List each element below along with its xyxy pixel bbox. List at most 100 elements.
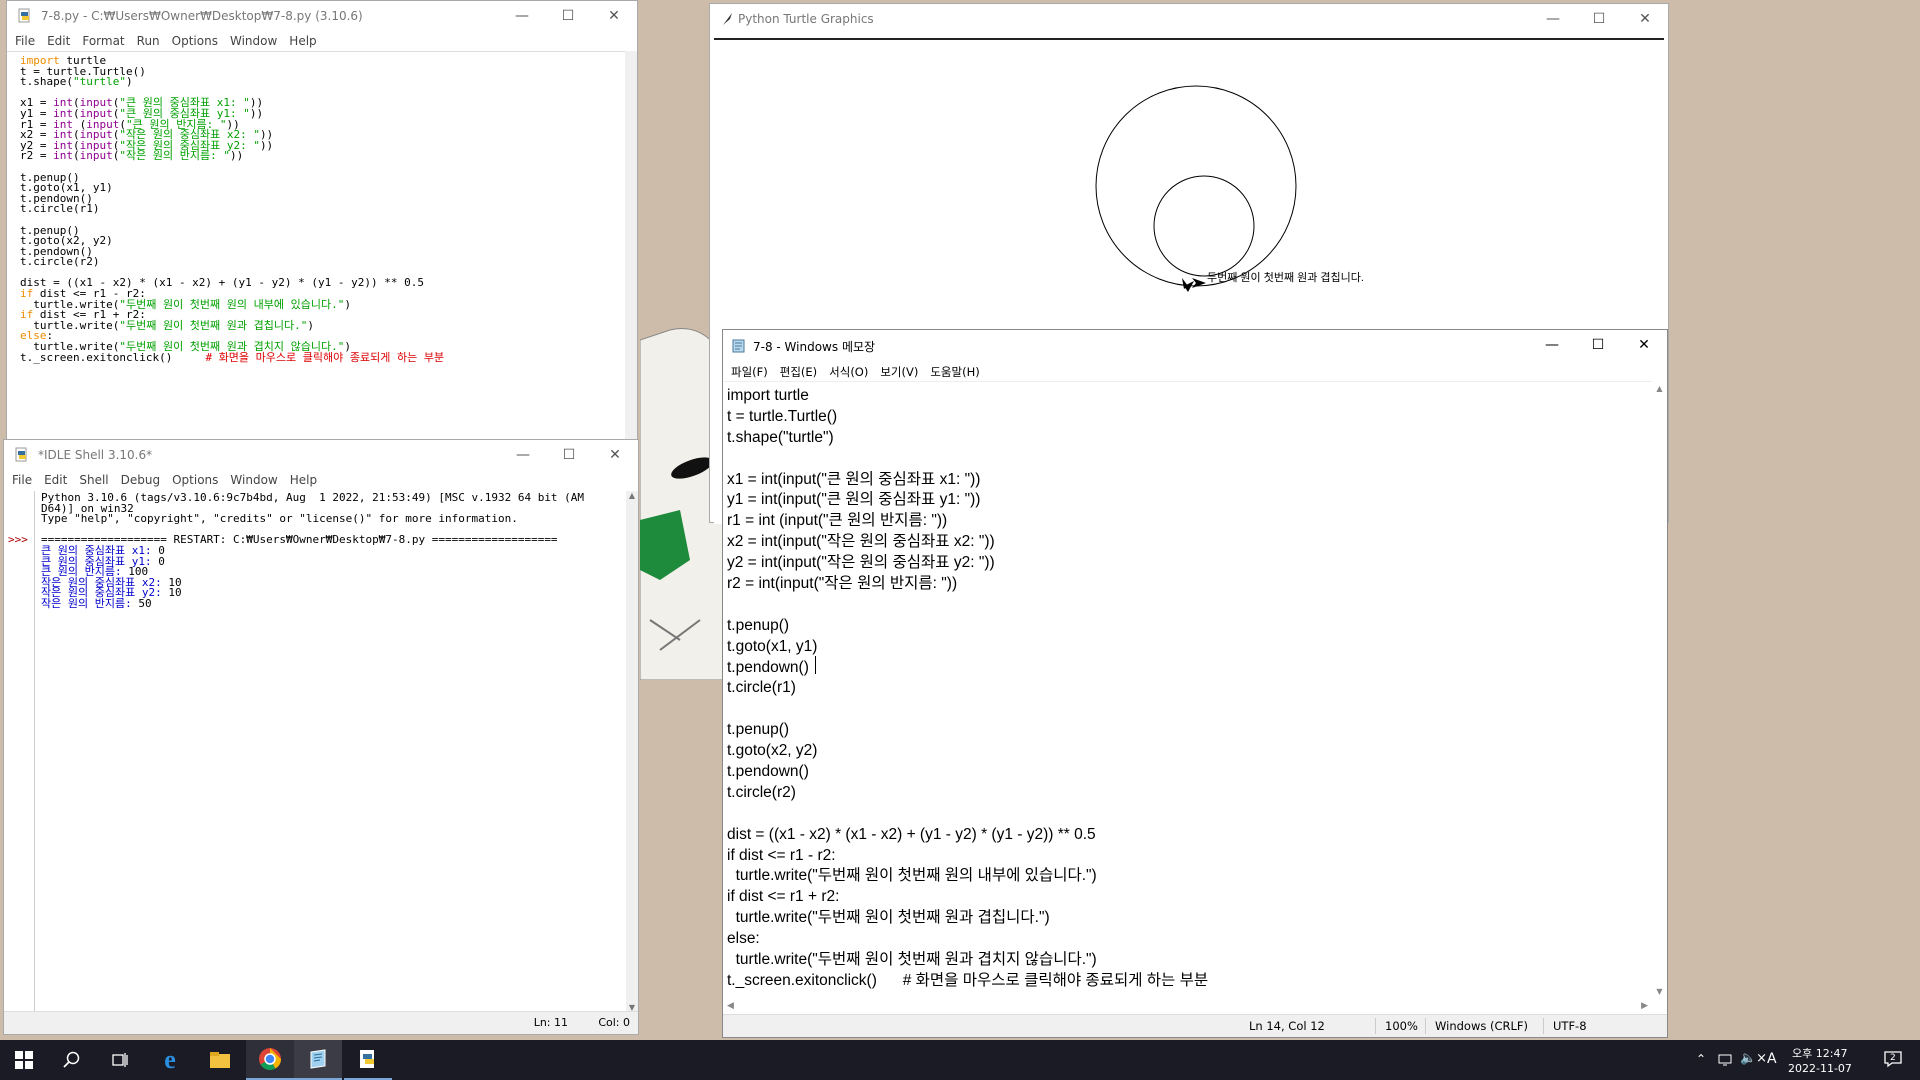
editor-menu-edit[interactable]: Edit xyxy=(47,34,70,48)
code-line: t.circle(r1) xyxy=(20,202,444,216)
minimize-button[interactable]: — xyxy=(1530,4,1576,34)
code-line: y1 = int(input("큰 원의 중심좌표 y1: ")) xyxy=(20,107,444,120)
code-line: 작은 원의 중심좌표 x2: 10 xyxy=(41,576,584,589)
close-button[interactable]: ✕ xyxy=(591,1,637,31)
notepad-title: 7-8 - Windows 메모장 xyxy=(753,340,876,354)
notepad-line: import turtle xyxy=(727,387,809,404)
code-line: t.penup() xyxy=(20,224,444,237)
maximize-button[interactable]: ☐ xyxy=(1576,4,1622,34)
editor-scrollbar[interactable] xyxy=(625,51,637,439)
line-ending: Windows (CRLF) xyxy=(1435,1019,1529,1033)
notepad-line: t.penup() xyxy=(727,721,790,739)
code-token: t.circle(r1) xyxy=(20,202,100,216)
network-icon[interactable] xyxy=(1718,1053,1732,1067)
idle-python-icon[interactable] xyxy=(344,1040,392,1080)
clock-date[interactable]: 2022-11-07 xyxy=(1788,1062,1852,1075)
system-tray: ⌃ 🔈× A 오후 12:47 2022-11-07 2 xyxy=(1690,1040,1920,1080)
shell-text-area[interactable]: Python 3.10.6 (tags/v3.10.6:9c7b4bd, Aug… xyxy=(35,491,626,1012)
notepad-line: r2 = int(input("작은 원의 반지름: ")) xyxy=(727,575,958,593)
shell-output[interactable]: Python 3.10.6 (tags/v3.10.6:9c7b4bd, Aug… xyxy=(41,491,584,610)
notepad-line: t.goto(x2, y2) xyxy=(727,742,818,760)
shell-menu-options[interactable]: Options xyxy=(172,473,218,487)
notepad-line: t.pendown() xyxy=(727,658,809,676)
shell-titlebar[interactable]: *IDLE Shell 3.10.6* — ☐ ✕ xyxy=(4,440,638,470)
idle-editor-window[interactable]: 7-8.py - C:₩Users₩Owner₩Desktop₩7-8.py (… xyxy=(6,0,638,440)
shell-menu-debug[interactable]: Debug xyxy=(121,473,160,487)
notepad-menu-파일-f-[interactable]: 파일(F) xyxy=(731,364,768,380)
code-line: t.penup() xyxy=(20,171,444,184)
code-line: t._screen.exitonclick() # 화면을 마우스로 클릭해야 … xyxy=(20,350,445,364)
code-line: import turtle xyxy=(20,54,444,67)
volume-muted-icon[interactable]: 🔈× xyxy=(1740,1051,1767,1066)
notepad-icon[interactable] xyxy=(294,1040,342,1080)
clock-time[interactable]: 오후 12:47 xyxy=(1792,1045,1847,1061)
scroll-right-arrow[interactable]: ▶ xyxy=(1641,1001,1648,1011)
minimize-button[interactable]: — xyxy=(499,1,545,31)
close-button[interactable]: ✕ xyxy=(1622,4,1668,34)
minimize-button[interactable]: — xyxy=(1529,330,1575,360)
editor-menu-options[interactable]: Options xyxy=(172,34,218,48)
maximize-button[interactable]: ☐ xyxy=(1575,330,1621,360)
scroll-left-arrow[interactable]: ◀ xyxy=(727,1001,734,1011)
code-line: 큰 원의 반지름: 100 xyxy=(41,565,584,578)
code-token: # 화면을 마우스로 클릭해야 종료되게 하는 부분 xyxy=(205,350,445,364)
editor-titlebar[interactable]: 7-8.py - C:₩Users₩Owner₩Desktop₩7-8.py (… xyxy=(7,1,637,31)
shell-statusbar: Ln: 11 Col: 0 xyxy=(4,1011,638,1034)
scroll-down-arrow[interactable]: ▼ xyxy=(1652,987,1667,996)
shell-scrollbar[interactable]: ▲ ▼ xyxy=(626,491,638,1012)
scroll-up-arrow[interactable]: ▲ xyxy=(626,491,638,500)
notepad-menu-도움말-h-[interactable]: 도움말(H) xyxy=(930,364,979,380)
chrome-icon[interactable] xyxy=(246,1040,294,1080)
code-line: x1 = int(input("큰 원의 중심좌표 x1: ")) xyxy=(20,96,444,109)
notepad-titlebar[interactable]: 7-8 - Windows 메모장 — ☐ ✕ xyxy=(723,330,1667,360)
shell-menu-shell[interactable]: Shell xyxy=(79,473,108,487)
notification-center-icon[interactable]: 2 xyxy=(1884,1050,1902,1068)
status-divider xyxy=(1375,1018,1376,1034)
idle-shell-window[interactable]: *IDLE Shell 3.10.6* — ☐ ✕ File Edit Shell D… xyxy=(3,439,639,1035)
notepad-vertical-scrollbar[interactable]: ▲ ▼ xyxy=(1652,381,1667,999)
notepad-line: t.pendown() xyxy=(727,763,809,781)
editor-title: 7-8.py - C:₩Users₩Owner₩Desktop₩7-8.py (… xyxy=(41,9,363,23)
scroll-up-arrow[interactable]: ▲ xyxy=(1652,384,1667,393)
arrow-cursor xyxy=(1184,281,1194,292)
search-icon[interactable] xyxy=(48,1040,96,1080)
maximize-button[interactable]: ☐ xyxy=(546,440,592,470)
windows-start-icon[interactable] xyxy=(0,1040,48,1080)
editor-code[interactable]: import turtle t = turtle.Turtle() t.shape(… xyxy=(20,54,445,364)
shell-menu-help[interactable]: Help xyxy=(290,473,317,487)
notepad-horizontal-scrollbar[interactable]: ◀ ▶ xyxy=(723,999,1652,1015)
shell-prompt: >>> xyxy=(8,533,28,546)
notepad-line: turtle.write("두번째 원이 첫번째 원의 내부에 있습니다.") xyxy=(727,867,1097,885)
shell-menu-edit[interactable]: Edit xyxy=(44,473,67,487)
minimize-button[interactable]: — xyxy=(500,440,546,470)
code-token: 50 xyxy=(138,596,152,610)
turtle-feather-icon xyxy=(723,13,732,25)
editor-menubar: File Edit Format Run Options Window Help xyxy=(7,31,637,51)
notepad-content[interactable]: import turtle t = turtle.Turtle() t.shape(… xyxy=(727,385,1208,991)
turtle-titlebar[interactable]: Python Turtle Graphics — ☐ ✕ xyxy=(710,4,1668,34)
close-button[interactable]: ✕ xyxy=(592,440,638,470)
notepad-line: else: xyxy=(727,930,760,948)
chevron-up-icon[interactable]: ⌃ xyxy=(1696,1052,1706,1066)
internet-explorer-icon[interactable]: e xyxy=(146,1040,194,1080)
code-line: t.pendown() xyxy=(20,192,444,205)
editor-text-area[interactable]: import turtle t = turtle.Turtle() t.shape(… xyxy=(7,51,625,439)
notepad-menu-보기-v-[interactable]: 보기(V) xyxy=(880,364,918,380)
ime-indicator[interactable]: A xyxy=(1767,1051,1777,1067)
close-button[interactable]: ✕ xyxy=(1621,330,1667,360)
notepad-line: y1 = int(input("큰 원의 중심좌표 y1: ")) xyxy=(727,491,981,509)
editor-menu-format[interactable]: Format xyxy=(82,34,124,48)
editor-menu-window[interactable]: Window xyxy=(230,34,277,48)
editor-menu-run[interactable]: Run xyxy=(137,34,160,48)
task-view-icon[interactable] xyxy=(96,1040,144,1080)
editor-menu-file[interactable]: File xyxy=(15,34,35,48)
shell-menu-file[interactable]: File xyxy=(12,473,32,487)
shell-menu-window[interactable]: Window xyxy=(230,473,277,487)
notification-count: 2 xyxy=(1890,1053,1896,1063)
maximize-button[interactable]: ☐ xyxy=(545,1,591,31)
editor-menu-help[interactable]: Help xyxy=(289,34,316,48)
file-explorer-icon[interactable] xyxy=(196,1040,244,1080)
code-line: turtle.write("두번째 원이 첫번째 원의 내부에 있습니다.") xyxy=(20,298,444,311)
notepad-menu-서식-o-[interactable]: 서식(O) xyxy=(829,364,868,380)
notepad-menu-편집-e-[interactable]: 편집(E) xyxy=(780,364,817,380)
